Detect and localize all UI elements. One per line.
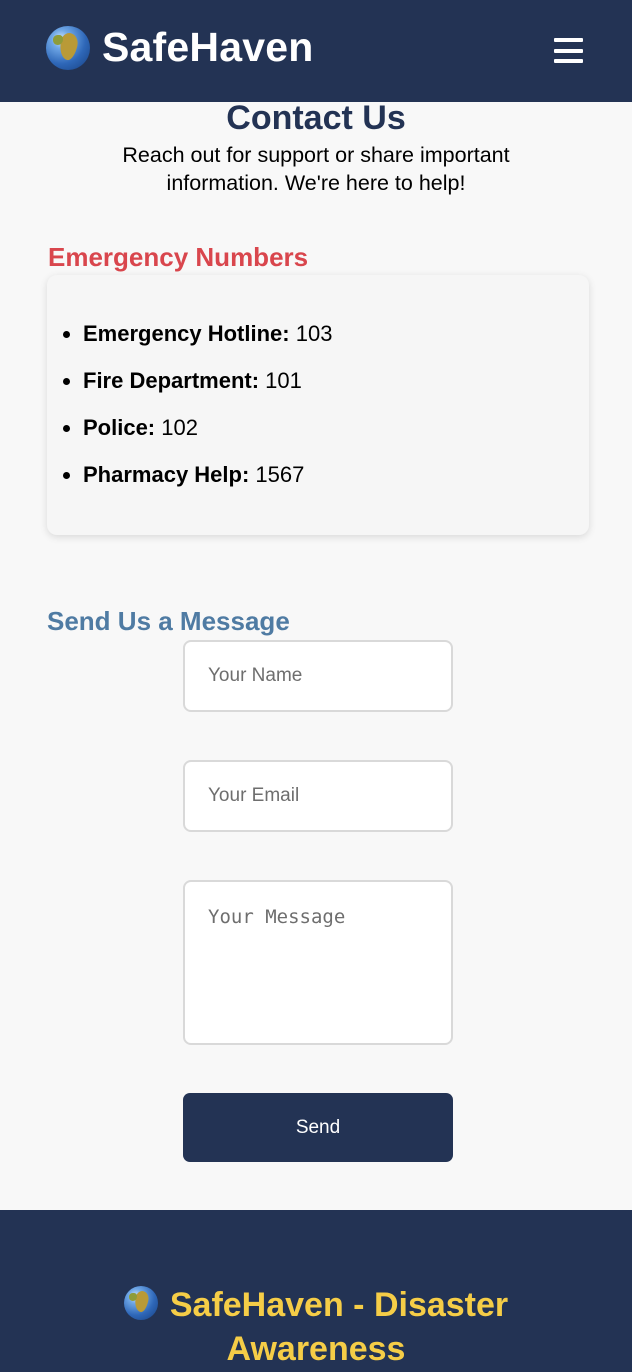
emergency-item-hotline: Emergency Hotline: 103 [62, 320, 332, 348]
emergency-item-label: Pharmacy Help: [83, 462, 250, 487]
menu-bar [554, 59, 583, 63]
emergency-numbers-heading: Emergency Numbers [48, 242, 309, 272]
globe-icon [123, 1286, 158, 1320]
menu-bar [554, 48, 583, 53]
send-button[interactable]: Send [183, 1093, 453, 1162]
footer-title: SafeHaven - Disaster Awareness [100, 1283, 532, 1371]
page-subtitle: Reach out for support or share important… [122, 143, 510, 195]
emergency-item-label: Emergency Hotline: [83, 321, 290, 346]
emergency-numbers-list: Emergency Hotline: 103 Fire Department: … [62, 320, 332, 508]
emergency-item-number: 103 [295, 321, 333, 346]
menu-bar [554, 38, 583, 42]
emergency-item-pharmacy: Pharmacy Help: 1567 [62, 461, 332, 489]
globe-icon [46, 25, 90, 70]
message-textarea[interactable] [183, 880, 453, 1045]
site-footer: SafeHaven - Disaster Awareness [0, 1210, 632, 1372]
hamburger-menu-icon[interactable] [554, 38, 583, 63]
brand-name: SafeHaven [102, 24, 314, 70]
site-header: SafeHaven [0, 0, 632, 102]
emergency-item-label: Police: [83, 415, 156, 440]
name-input[interactable] [183, 640, 453, 712]
footer-title-text: SafeHaven - Disaster Awareness [169, 1286, 509, 1368]
emergency-numbers-card: Emergency Hotline: 103 Fire Department: … [47, 275, 589, 535]
brand-logo[interactable]: SafeHaven [46, 24, 313, 71]
emergency-item-number: 102 [161, 415, 198, 440]
page-title: Contact Us [226, 99, 406, 137]
emergency-item-number: 101 [265, 368, 302, 393]
emergency-item-number: 1567 [255, 462, 305, 487]
send-message-heading: Send Us a Message [47, 606, 290, 636]
emergency-item-fire: Fire Department: 101 [62, 367, 332, 395]
emergency-item-police: Police: 102 [62, 414, 332, 442]
emergency-item-label: Fire Department: [83, 368, 260, 393]
email-input[interactable] [183, 760, 453, 832]
